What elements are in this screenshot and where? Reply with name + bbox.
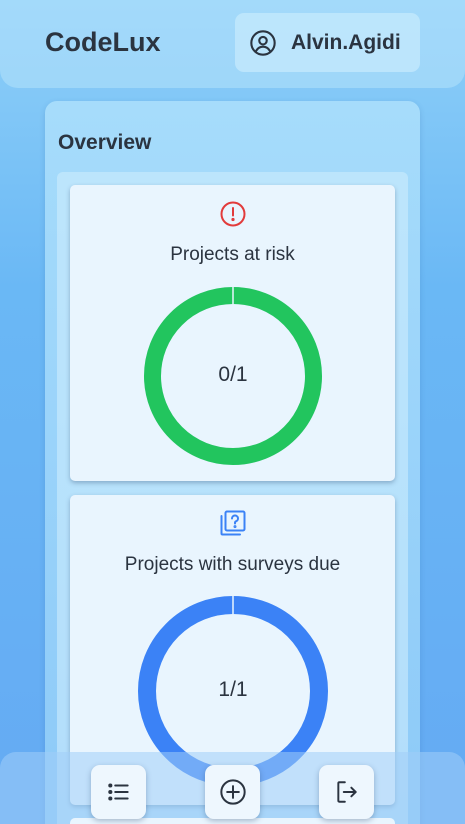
overview-panel: Overview Projects at risk 0/1 Projects w… [45,101,420,824]
ring-value: 0/1 [218,363,248,386]
add-button[interactable] [205,765,260,819]
user-menu-button[interactable]: Alvin.Agidi [235,13,420,72]
survey-question-icon [219,509,247,537]
top-header: CodeLux Alvin.Agidi [0,0,465,88]
overview-title: Overview [58,131,152,154]
plus-circle-icon [219,778,247,806]
logout-button[interactable] [319,765,374,819]
alert-circle-icon [219,200,247,228]
list-button[interactable] [91,765,146,819]
ring-value: 1/1 [218,678,248,701]
logout-icon [334,779,360,805]
list-icon [106,779,132,805]
card-projects-at-risk[interactable]: Projects at risk 0/1 [70,185,395,481]
user-name: Alvin.Agidi [291,30,401,54]
card-label: Projects with surveys due [124,554,341,575]
cards-container: Projects at risk 0/1 Projects with surve… [57,172,408,824]
user-circle-icon [249,29,277,57]
brand-logo[interactable]: CodeLux [45,27,161,58]
card-label: Projects at risk [170,244,295,265]
